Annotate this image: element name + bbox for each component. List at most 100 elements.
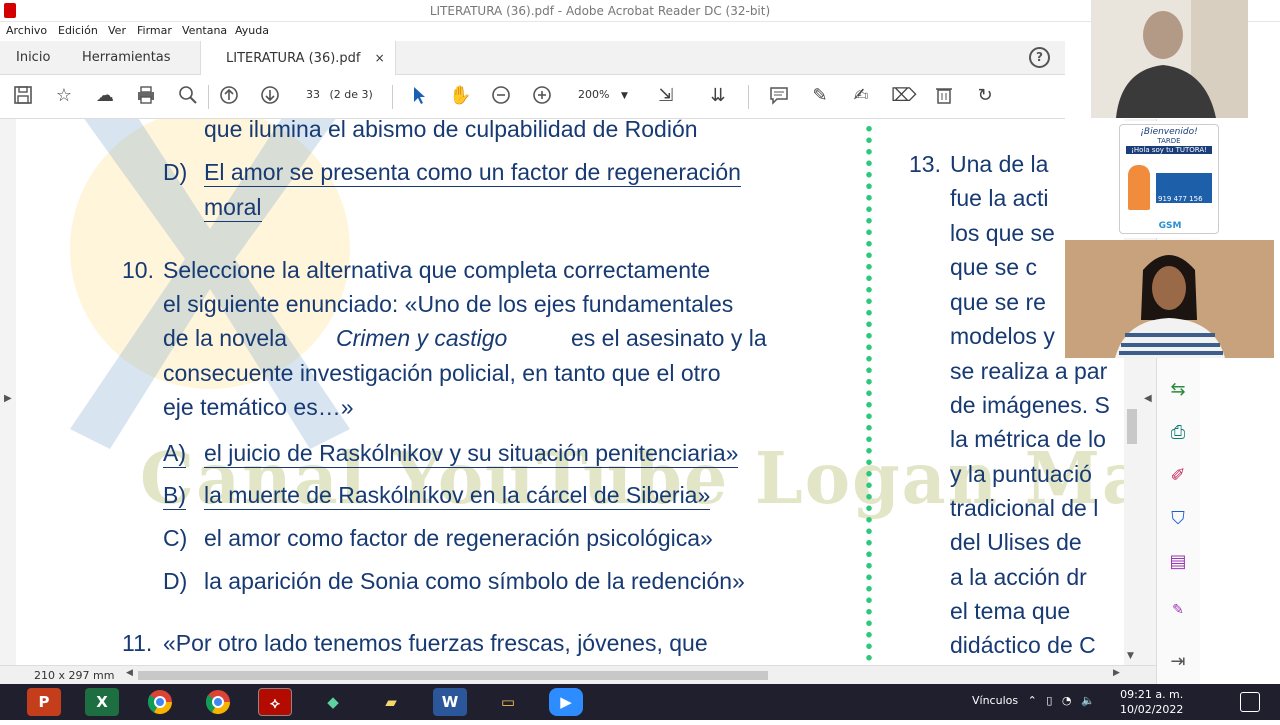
avatar <box>1128 165 1150 210</box>
right-column-line: del Ulises de <box>950 529 1082 555</box>
rotate-icon[interactable]: ↻ <box>974 85 996 107</box>
prev-option-d-letter: D) <box>163 159 188 185</box>
status-bar: 210 x 297 mm ◀ ▶ <box>0 665 1156 684</box>
export-pdf-icon[interactable]: ⇆ <box>1167 379 1189 401</box>
protect-shield-icon[interactable]: ⛉ <box>1167 508 1189 530</box>
chevron-up-icon[interactable]: ⌃ <box>1028 694 1037 707</box>
option-a-text: el juicio de Raskólnikov y su situación … <box>204 440 739 468</box>
page-number-input[interactable]: 33 <box>300 88 326 101</box>
zoom-search-icon[interactable] <box>177 85 199 107</box>
highlight-pen-icon[interactable]: ✎ <box>809 85 831 107</box>
scroll-mode-icon[interactable]: ⇊ <box>707 85 729 107</box>
acrobat-taskbar-icon[interactable]: ⟡ <box>258 688 292 716</box>
prev-option-d-text2: moral <box>204 194 262 222</box>
tab-inicio[interactable]: Inicio <box>16 41 50 75</box>
network-icon[interactable]: ▯ <box>1046 694 1052 707</box>
question-10-line: es el asesinato y la <box>571 325 767 351</box>
previous-page-icon[interactable] <box>218 85 240 107</box>
hand-tool-icon[interactable]: ✋ <box>449 85 471 107</box>
tray-links[interactable]: Vínculos ⌃ ▯ ◔ 🔈 <box>972 694 1095 707</box>
bookmark-star-icon[interactable]: ☆ <box>53 85 75 107</box>
file-explorer-icon[interactable]: ▭ <box>491 688 525 716</box>
scroll-down-icon[interactable]: ▼ <box>1127 651 1134 661</box>
comment-tool-icon[interactable]: ▤ <box>1167 551 1189 573</box>
select-cursor-icon[interactable] <box>408 85 430 107</box>
chevron-down-icon: ▼ <box>620 91 628 101</box>
taskbar: P X ⟡ ◆ ▰ W ▭ ▶ Vínculos ⌃ ▯ ◔ 🔈 09:21 a… <box>0 684 1280 720</box>
question-10-line: Seleccione la alternativa que completa c… <box>163 257 711 283</box>
scroll-right-icon[interactable]: ▶ <box>1113 668 1120 678</box>
next-page-icon[interactable] <box>259 85 281 107</box>
create-pdf-icon[interactable]: ⎙ <box>1167 422 1189 444</box>
zoom-select[interactable]: 200% ▼ <box>578 88 628 101</box>
menu-ver[interactable]: Ver <box>108 24 126 37</box>
question-10-line: eje temático es…» <box>163 394 354 420</box>
excel-icon[interactable]: X <box>85 688 119 716</box>
delete-icon[interactable] <box>933 85 955 107</box>
comment-icon[interactable] <box>768 85 790 107</box>
page-of-label: (2 de 3) <box>329 88 373 101</box>
menu-archivo[interactable]: Archivo <box>6 24 47 37</box>
option-a-letter: A) <box>163 440 186 468</box>
edit-tag-icon[interactable]: ⌦ <box>891 85 916 107</box>
toolbar-separator <box>392 85 393 109</box>
page-indicator[interactable]: 33 (2 de 3) <box>300 88 373 101</box>
previous-question-line: que ilumina el abismo de culpabilidad de… <box>204 119 698 142</box>
chrome-profile-icon[interactable] <box>201 688 235 716</box>
clock-date: 10/02/2022 <box>1120 703 1184 716</box>
app-green-icon[interactable]: ◆ <box>316 688 350 716</box>
zoom-value: 200% <box>578 88 610 101</box>
zoom-out-icon[interactable] <box>490 85 512 107</box>
right-column-line: didáctico de C <box>950 632 1096 658</box>
clock[interactable]: 09:21 a. m. 10/02/2022 <box>1120 687 1183 717</box>
menu-ayuda[interactable]: Ayuda <box>235 24 269 37</box>
right-column-line: el tema que <box>950 598 1071 624</box>
document-view[interactable]: ▶ Canal YouTube Logan Mathis que ilumina… <box>0 119 1140 665</box>
help-icon[interactable]: ? <box>1029 47 1050 68</box>
menu-edicion[interactable]: Edición <box>58 24 98 37</box>
banner-welcome: ¡Bienvenido! <box>1140 127 1198 137</box>
close-tab-icon[interactable]: × <box>375 51 385 65</box>
fit-page-icon[interactable]: ⇲ <box>655 85 677 107</box>
page-size-label: 210 x 297 mm <box>34 669 115 682</box>
right-column-line: que se c <box>950 254 1037 280</box>
menu-ventana[interactable]: Ventana <box>182 24 227 37</box>
banner-phone: 919 477 156 <box>1158 195 1203 203</box>
chrome-icon[interactable] <box>143 688 177 716</box>
clock-time: 09:21 a. m. <box>1120 688 1184 701</box>
horizontal-scroll-thumb[interactable] <box>138 671 768 680</box>
right-column-line: que se re <box>950 289 1046 315</box>
tray-links-label: Vínculos <box>972 694 1019 707</box>
question-11-text: «Por otro lado tenemos fuerzas frescas, … <box>163 630 708 656</box>
word-icon[interactable]: W <box>433 688 467 716</box>
right-column-line: de imágenes. S <box>950 392 1110 418</box>
sticky-notes-icon[interactable]: ▰ <box>374 688 408 716</box>
save-icon[interactable] <box>12 85 34 107</box>
print-icon[interactable] <box>135 85 157 107</box>
fill-sign-icon[interactable]: ✐ <box>1167 465 1189 487</box>
tab-document[interactable]: LITERATURA (36).pdf × <box>200 41 396 76</box>
zoom-app-icon[interactable]: ▶ <box>549 688 583 716</box>
sign-icon[interactable]: ✍ <box>850 85 872 107</box>
volume-icon[interactable]: 🔈 <box>1081 694 1095 707</box>
right-column-line: los que se <box>950 220 1055 246</box>
scroll-thumb[interactable] <box>1127 409 1137 444</box>
menu-firmar[interactable]: Firmar <box>137 24 172 37</box>
notifications-icon[interactable] <box>1240 692 1260 712</box>
webcam-student <box>1065 240 1274 358</box>
wifi-icon[interactable]: ◔ <box>1062 694 1072 707</box>
zoom-in-icon[interactable] <box>531 85 553 107</box>
option-c-text: el amor como factor de regeneración psic… <box>204 525 713 551</box>
question-10-line: de la novela <box>163 325 288 351</box>
cloud-upload-icon[interactable]: ☁ <box>94 85 116 107</box>
more-tools-icon[interactable]: ✎ <box>1167 599 1189 621</box>
prev-option-d-text: El amor se presenta como un factor de re… <box>204 159 741 187</box>
option-b-text: la muerte de Raskólníkov en la cárcel de… <box>204 482 711 510</box>
scroll-left-icon[interactable]: ◀ <box>126 668 133 678</box>
webcam-teacher <box>1091 0 1248 118</box>
collapse-pane-icon[interactable]: ⇥ <box>1167 651 1189 673</box>
left-panel-toggle[interactable]: ▶ <box>0 119 16 665</box>
powerpoint-icon[interactable]: P <box>27 688 61 716</box>
option-d-letter: D) <box>163 568 188 594</box>
tab-herramientas[interactable]: Herramientas <box>82 41 171 75</box>
